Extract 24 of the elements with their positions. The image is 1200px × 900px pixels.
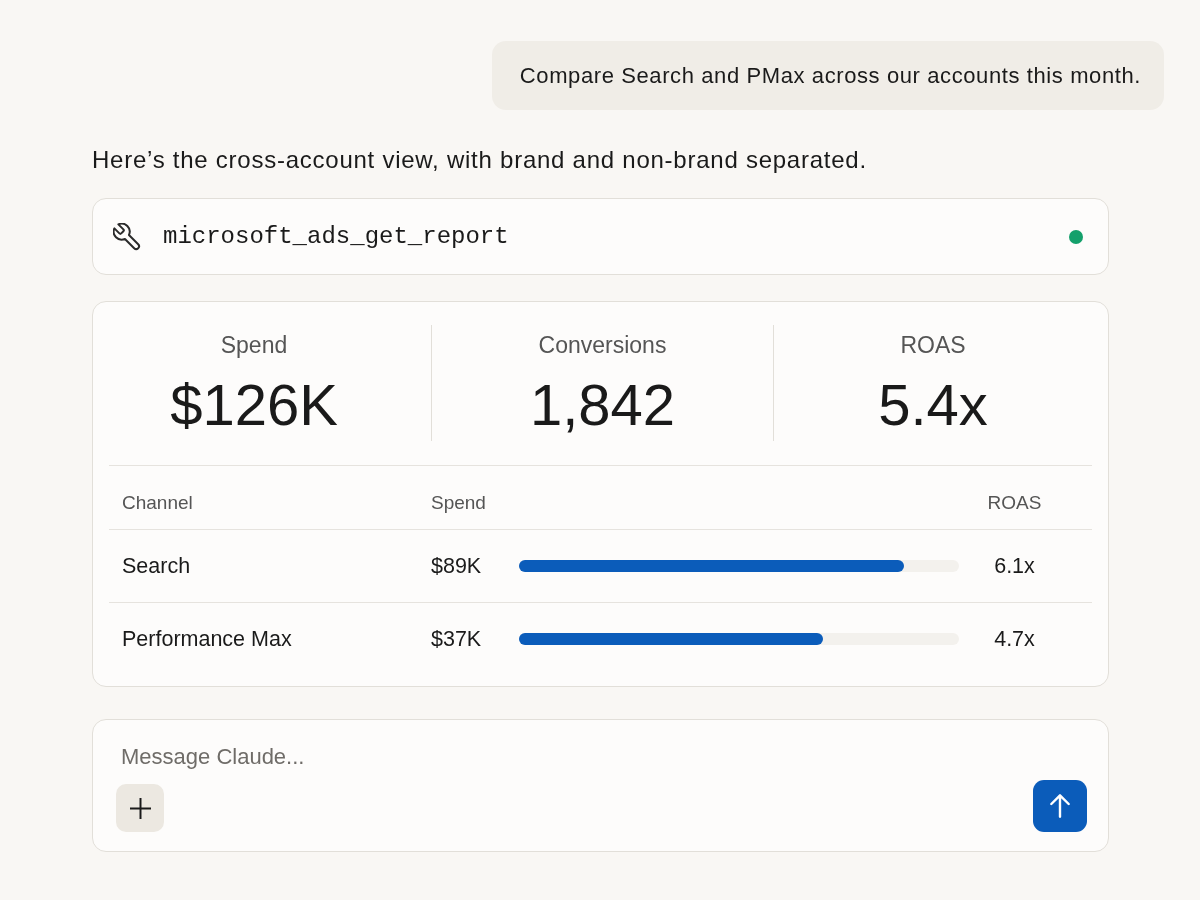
message-input[interactable]: Message Claude...: [116, 742, 1087, 772]
spend-amount: $89K: [431, 553, 482, 579]
assistant-message: Here’s the cross-account view, with brand and non-brand separated.: [92, 145, 867, 175]
stat-label: Spend: [220, 331, 288, 359]
stat-value: 5.4x: [878, 373, 988, 437]
send-button[interactable]: [1033, 780, 1087, 832]
wrench-icon: [113, 222, 141, 251]
add-button[interactable]: [116, 784, 164, 832]
channel-name: Search: [122, 553, 191, 579]
column-header: Spend: [431, 491, 486, 514]
column-header: ROAS: [987, 491, 1042, 514]
roas-value: 4.7x: [994, 626, 1035, 652]
user-message: Compare Search and PMax across our accounts this month.: [491, 41, 1164, 110]
roas-value: 6.1x: [994, 553, 1035, 579]
stat-label: ROAS: [900, 331, 966, 359]
stat-value: 1,842: [529, 373, 676, 437]
column-header: Channel: [122, 491, 193, 514]
stat-label: Conversions: [538, 331, 667, 359]
spend-amount: $37K: [431, 626, 482, 652]
tool-name: microsoft_ads_get_report: [163, 223, 510, 250]
arrow-up-icon: [1050, 794, 1070, 818]
channel-name: Performance Max: [122, 626, 292, 652]
stat-value: $126K: [170, 373, 338, 437]
plus-icon: [129, 797, 151, 819]
